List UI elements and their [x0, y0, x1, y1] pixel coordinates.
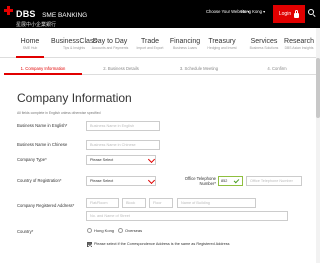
country-label: Country*: [17, 229, 34, 234]
office-tel-label: Office Telephone Number*: [184, 176, 216, 186]
same-address-label: Please select if the Correspondence Addr…: [94, 242, 230, 246]
business-name-cn-input[interactable]: Business Name in Chinese: [86, 140, 160, 150]
radio-hong-kong-label: Hong Kong: [94, 228, 115, 233]
progress-stepper: 1. Company Information 2. Business Detai…: [4, 63, 316, 75]
business-name-en-input[interactable]: Business Name in English: [86, 121, 160, 131]
office-tel-input[interactable]: Office Telephone Number: [246, 176, 302, 186]
dbs-star-icon: [4, 6, 13, 15]
step-schedule-meeting: 3. Schedule Meeting: [160, 63, 238, 75]
top-bar: DBS SME BANKING 星展中小企業銀行 Choose Your Web…: [0, 0, 320, 28]
lock-icon: [294, 9, 300, 18]
country-registration-label: Country of Registration*: [17, 178, 62, 183]
step-business-details: 2. Business Details: [82, 63, 160, 75]
step-company-information: 1. Company Information: [4, 63, 82, 75]
nav-item-home[interactable]: Home SME Hub: [9, 28, 51, 58]
address-flat-input[interactable]: Flat/Room: [86, 198, 119, 208]
step-confirm: 4. Confirm: [238, 63, 316, 75]
nav-item-financing[interactable]: Financing Business Loans: [165, 28, 205, 58]
address-floor-input[interactable]: Floor: [149, 198, 173, 208]
main-nav: Home SME Hub BusinessClass Tips & Insigh…: [0, 28, 320, 58]
nav-item-trade[interactable]: Trade Import and Export: [130, 28, 170, 58]
registered-address-label: Company Registered Address*: [17, 203, 75, 208]
brand-product: SME BANKING: [42, 12, 88, 19]
form-note: All fields complete in English unless ot…: [17, 111, 101, 115]
login-button[interactable]: Login: [273, 5, 305, 23]
business-name-en-label: Business Name in English*: [17, 123, 68, 128]
nav-item-treasury[interactable]: Treasury Hedging and Invest: [200, 28, 244, 58]
chevron-down-icon: [147, 155, 156, 164]
tel-country-code-input[interactable]: 852: [218, 176, 243, 186]
page-title: Company Information: [17, 91, 132, 105]
check-icon: [233, 177, 240, 184]
nav-item-services[interactable]: Services Business Solutions: [242, 28, 286, 58]
chevron-down-icon: [147, 176, 156, 185]
same-address-checkbox[interactable]: [87, 242, 92, 247]
country-registration-select[interactable]: Please Select: [86, 176, 156, 186]
dbs-logo[interactable]: DBS SME BANKING 星展中小企業銀行: [4, 4, 87, 29]
radio-overseas-label: Overseas: [125, 228, 143, 233]
search-icon[interactable]: [308, 9, 317, 18]
brand-name: DBS: [16, 9, 36, 19]
address-street-input[interactable]: No. and Name of Street: [86, 211, 288, 221]
business-name-cn-label: Business Name in Chinese: [17, 142, 68, 147]
nav-item-day-to-day[interactable]: Day to Day Accounts and Payments: [86, 28, 134, 58]
address-building-input[interactable]: Name of Building: [177, 198, 256, 208]
region-dropdown[interactable]: Hong Kong ▾: [241, 9, 265, 14]
radio-hong-kong[interactable]: [87, 228, 92, 233]
caret-down-icon: ▾: [263, 9, 266, 14]
nav-active-indicator: [16, 56, 44, 58]
company-type-label: Company Type*: [17, 157, 47, 162]
address-block-input[interactable]: Block: [122, 198, 146, 208]
scrollbar-thumb[interactable]: [316, 58, 320, 118]
radio-overseas[interactable]: [118, 228, 123, 233]
company-type-select[interactable]: Please Select: [86, 155, 156, 165]
nav-item-research[interactable]: Research DBS Asian Insights: [282, 28, 316, 58]
